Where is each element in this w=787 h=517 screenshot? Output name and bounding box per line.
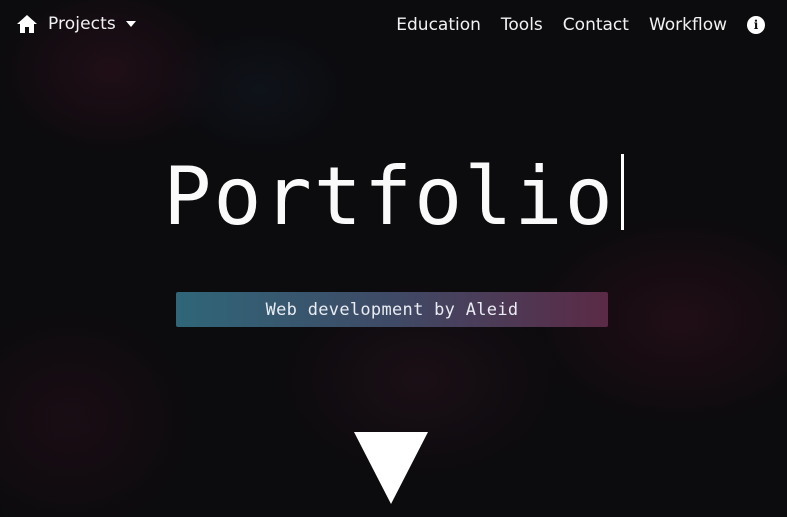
subtitle-banner: Web development by Aleid — [176, 292, 608, 327]
subtitle-text: Web development by Aleid — [265, 299, 519, 320]
nav-link-contact[interactable]: Contact — [563, 15, 629, 35]
nav-link-education[interactable]: Education — [396, 15, 481, 35]
home-icon[interactable] — [16, 14, 38, 34]
typing-cursor — [620, 154, 624, 230]
nav-link-tools[interactable]: Tools — [501, 15, 543, 35]
projects-menu[interactable]: Projects — [16, 14, 136, 34]
nav-links: Education Tools Contact Workflow i — [376, 15, 765, 35]
navbar: Projects Education Tools Contact Workflo… — [0, 0, 787, 52]
hero-title: Portfolio — [163, 150, 624, 243]
projects-dropdown-label[interactable]: Projects — [48, 14, 116, 34]
page: Projects Education Tools Contact Workflo… — [0, 0, 787, 517]
info-icon[interactable]: i — [747, 16, 765, 34]
nav-link-workflow[interactable]: Workflow — [649, 15, 727, 35]
hero-title-text: Portfolio — [163, 150, 615, 243]
caret-down-icon[interactable] — [125, 21, 136, 27]
down-triangle-icon[interactable] — [352, 430, 430, 506]
hero-title-container: Portfolio — [0, 152, 787, 242]
